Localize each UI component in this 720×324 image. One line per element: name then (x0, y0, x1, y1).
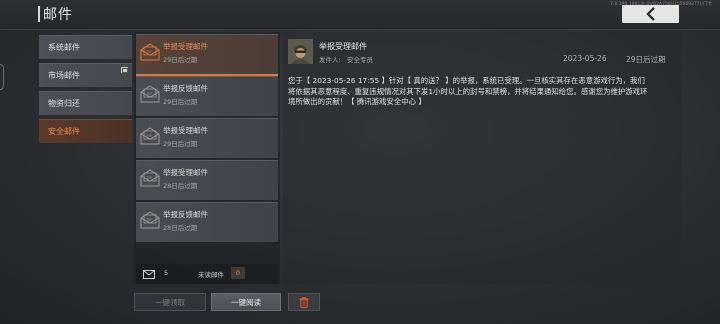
mail-detail-title: 举报受理邮件 (319, 42, 367, 51)
delete-button[interactable] (288, 293, 320, 311)
sidebar-item-supply-return[interactable]: 物资归还 (39, 91, 132, 115)
mail-detail-expiry: 29日后过期 (626, 55, 666, 64)
mail-count: 5 (164, 269, 169, 277)
edge-handle[interactable] (0, 64, 4, 90)
mail-list-item[interactable]: TIP 举报受理邮件 29日后过期 (136, 118, 278, 158)
page-title: 邮件 (43, 7, 73, 23)
mail-body: 您于【 2023-05-26 17:55 】针对【 真的送？ 】的举报，系统已受… (288, 76, 648, 107)
mail-title: 举报受理邮件 (163, 168, 208, 177)
title-accent (38, 6, 40, 22)
mail-date: 2023-05-26 (563, 54, 607, 63)
mail-title: 举报受理邮件 (163, 42, 208, 51)
sidebar-item-label: 安全邮件 (48, 127, 80, 136)
mail-expiry: 29日后过期 (163, 140, 198, 148)
unread-summary: 5 未读邮件 0 (136, 264, 278, 284)
sidebar-item-system-mail[interactable]: 系统邮件 (39, 35, 132, 59)
unread-label: 未读邮件 (198, 271, 224, 279)
sidebar-item-security-mail[interactable]: 安全邮件 (39, 119, 132, 143)
sidebar: 系统邮件 市场邮件 物资归还 安全邮件 (39, 35, 132, 147)
mail-list: TIP 举报受理邮件 29日后过期 TIP 举报反馈邮件 29日后过期 TIP … (134, 32, 280, 284)
envelope-open-icon: TIP (140, 85, 160, 103)
mail-title: 举报反馈邮件 (163, 210, 208, 219)
svg-text:TIP: TIP (145, 134, 152, 138)
read-all-button[interactable]: 一键阅读 (211, 293, 281, 311)
mail-expiry: 29日后过期 (163, 98, 198, 106)
mail-title: 举报受理邮件 (163, 126, 208, 135)
svg-text:TIP: TIP (145, 92, 152, 96)
mail-list-item[interactable]: TIP 举报受理邮件 29日后过期 (136, 34, 278, 76)
svg-text:TIP: TIP (145, 176, 152, 180)
sender-name: 安全专员 (347, 56, 373, 64)
envelope-open-icon: TIP (140, 211, 160, 229)
mail-detail: 举报受理邮件 发件人: 安全专员 2023-05-26 29日后过期 您于【 2… (283, 32, 681, 284)
mail-list-item[interactable]: TIP 举报反馈邮件 29日后过期 (136, 76, 278, 116)
envelope-open-icon: TIP (140, 127, 160, 145)
sidebar-item-label: 物资归还 (48, 99, 80, 108)
svg-text:TIP: TIP (145, 50, 152, 54)
collect-all-button[interactable]: 一键领取 (134, 293, 206, 311)
mail-title: 举报反馈邮件 (163, 84, 208, 93)
svg-text:TIP: TIP (145, 218, 152, 222)
mail-list-item[interactable]: TIP 举报反馈邮件 28日后过期 (136, 202, 278, 242)
sidebar-item-label: 市场邮件 (48, 71, 80, 80)
envelope-open-icon: TIP (140, 43, 160, 61)
sender-avatar (288, 39, 313, 64)
envelope-open-icon: TIP (140, 169, 160, 187)
back-button[interactable] (622, 5, 679, 23)
mail-expiry: 28日后过期 (163, 224, 198, 232)
soldier-avatar-icon (288, 39, 313, 64)
chevron-left-icon (645, 7, 655, 21)
sidebar-item-label: 系统邮件 (48, 43, 80, 52)
envelope-icon (143, 270, 155, 279)
mail-badge-icon (121, 67, 128, 73)
sender-label: 发件人: (319, 56, 341, 64)
mail-expiry: 28日后过期 (163, 182, 198, 190)
mail-expiry: 29日后过期 (163, 56, 198, 64)
mail-list-item[interactable]: TIP 举报受理邮件 28日后过期 (136, 160, 278, 200)
unread-count-badge: 0 (231, 267, 245, 279)
trash-icon (299, 296, 309, 308)
sidebar-item-market-mail[interactable]: 市场邮件 (39, 63, 132, 87)
title-bar: 邮件 7.0.190.19913(-0)/Q2A756/(155669277)/… (0, 0, 720, 30)
